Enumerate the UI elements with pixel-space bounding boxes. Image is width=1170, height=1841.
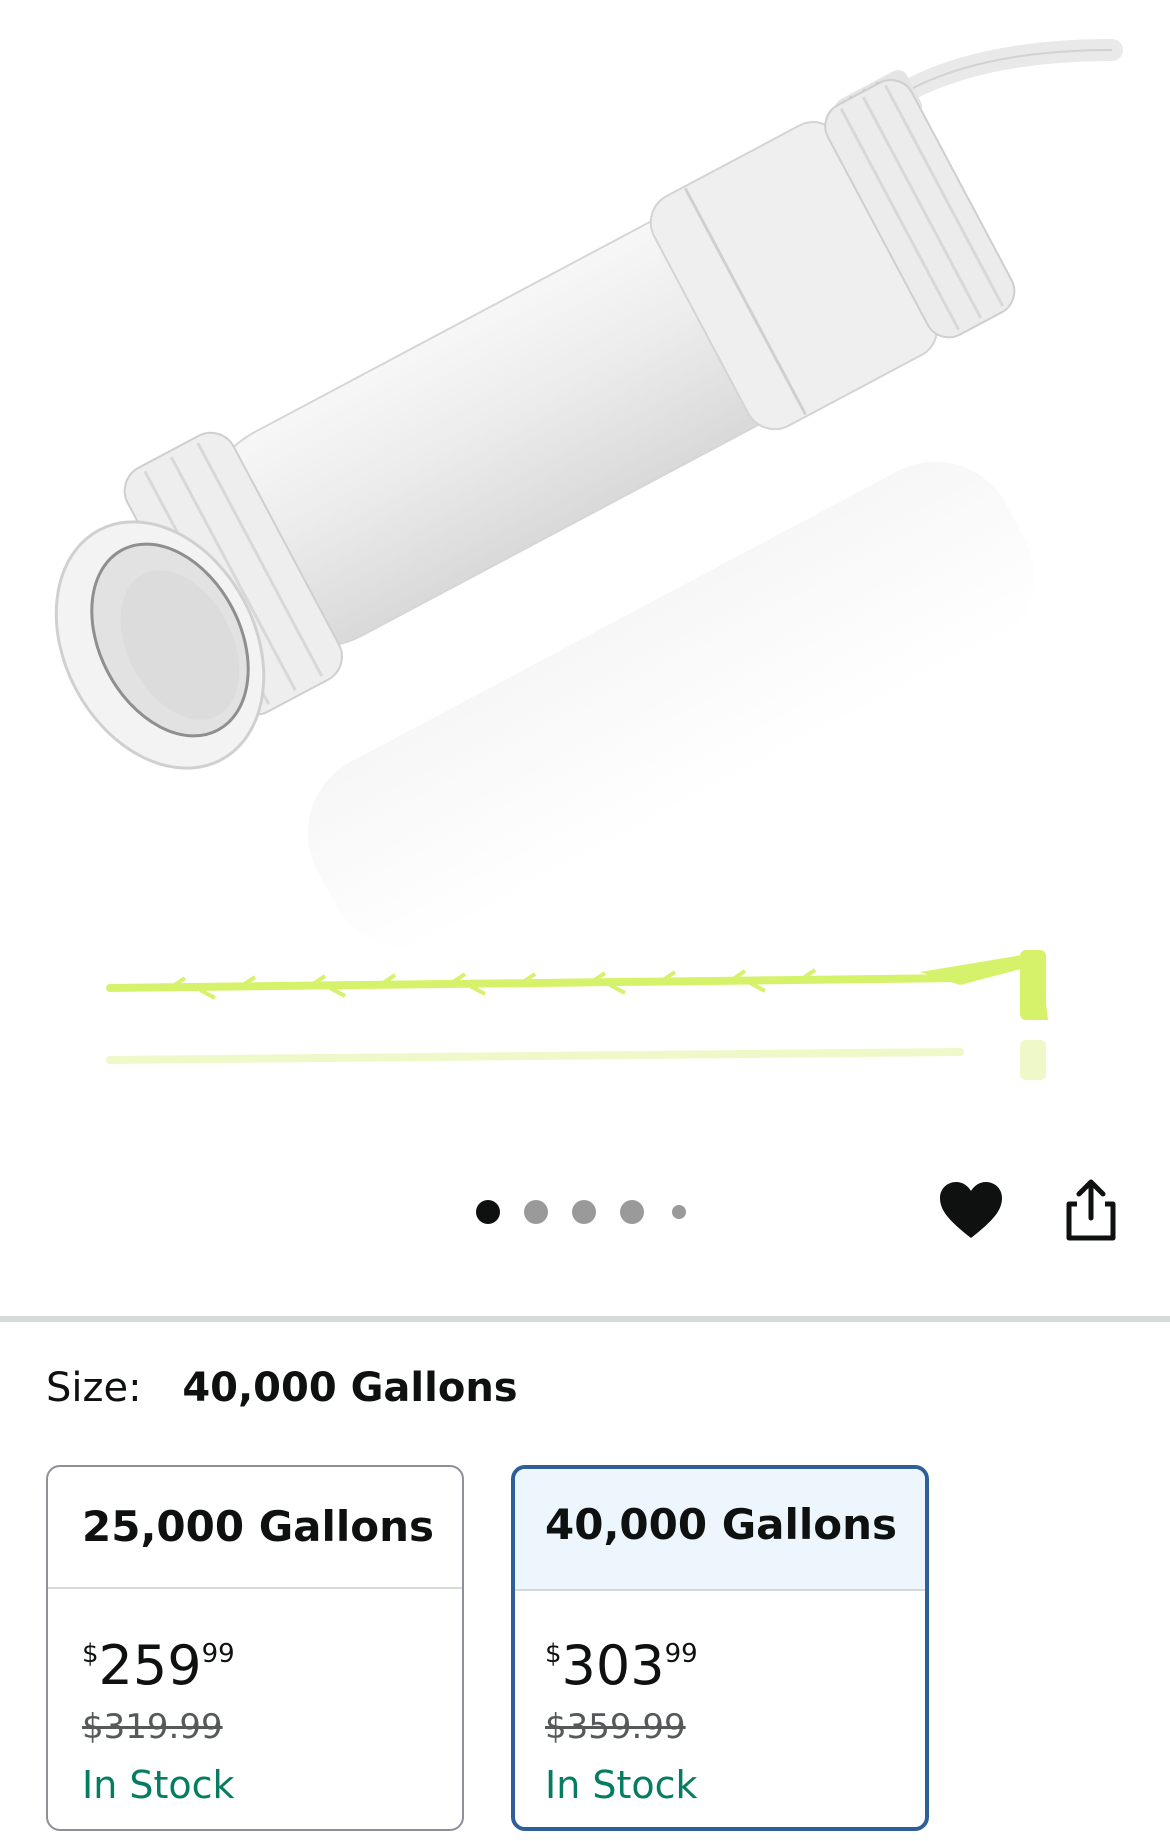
size-selector-label: Size: 40,000 Gallons [46,1362,518,1414]
size-label: Size: [46,1365,142,1411]
selected-size-value: 40,000 Gallons [182,1365,518,1411]
carousel-dot[interactable] [476,1200,500,1224]
product-image[interactable] [0,0,1170,1100]
price-whole: 303 [561,1634,665,1697]
carousel-dot[interactable] [672,1205,686,1219]
product-image-gallery[interactable] [0,0,1170,1310]
size-option-title: 40,000 Gallons [515,1469,925,1591]
section-divider [0,1316,1170,1322]
availability-status: In Stock [545,1763,698,1807]
image-carousel-dots[interactable] [476,1200,696,1224]
price-whole: 259 [98,1634,202,1697]
size-option-title: 25,000 Gallons [48,1467,462,1589]
option-price: $25999 [82,1623,462,1697]
price-currency: $ [82,1639,99,1669]
heart-icon[interactable] [938,1180,1004,1240]
carousel-dot[interactable] [572,1200,596,1224]
availability-status: In Stock [82,1763,235,1807]
carousel-dot[interactable] [524,1200,548,1224]
price-currency: $ [545,1639,562,1669]
size-option-card[interactable]: 25,000 Gallons $25999 $319.99 In Stock [46,1465,464,1831]
carousel-dot[interactable] [620,1200,644,1224]
list-price: $359.99 [545,1707,686,1747]
size-option-card-selected[interactable]: 40,000 Gallons $30399 $359.99 In Stock [511,1465,929,1831]
share-icon[interactable] [1063,1178,1119,1242]
list-price: $319.99 [82,1707,223,1747]
price-cents: 99 [201,1639,235,1669]
option-price: $30399 [545,1623,925,1697]
price-cents: 99 [664,1639,698,1669]
